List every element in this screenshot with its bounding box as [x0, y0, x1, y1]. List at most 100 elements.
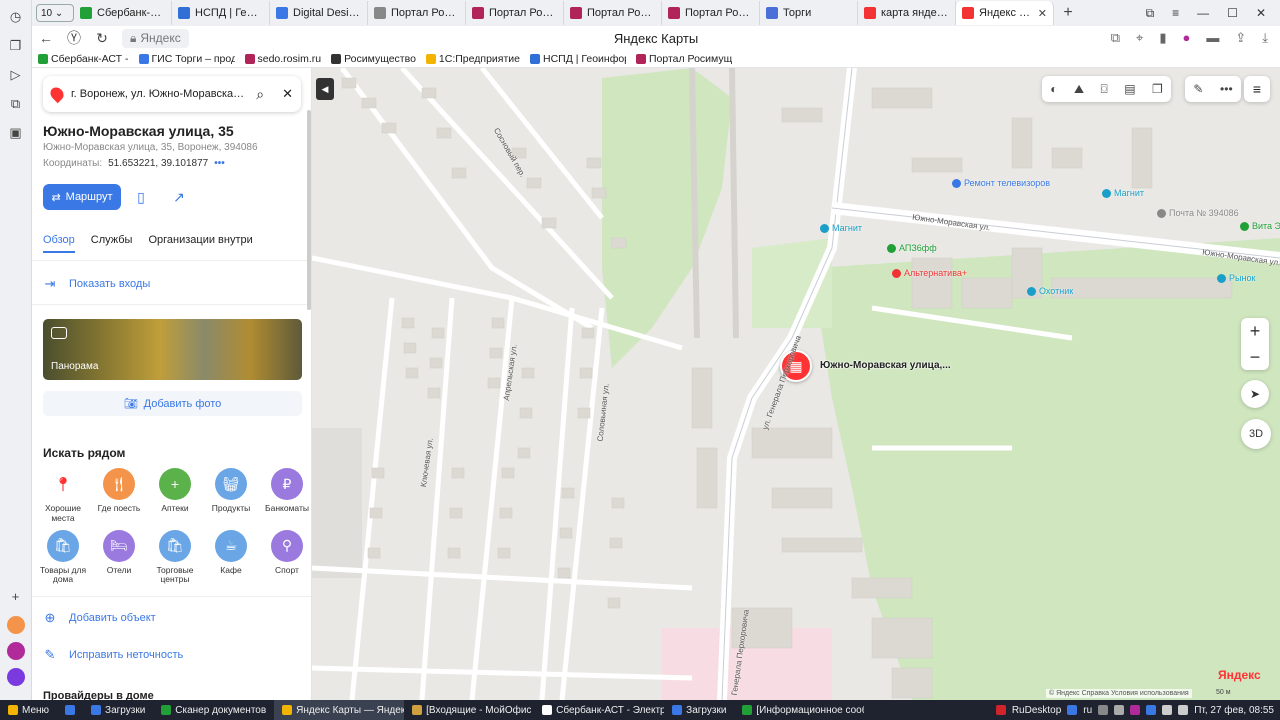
taskbar-window[interactable]: Сбербанк-АСТ - Электро...	[534, 700, 664, 720]
browser-tab[interactable]: Digital Design We	[270, 1, 368, 25]
nearby-category[interactable]: 🛏︎ Отели	[91, 529, 147, 586]
route-button[interactable]: ⇄ Маршрут	[43, 184, 121, 210]
map-canvas[interactable]: ◀ ◐ ⛰ ⌼ ▤ ❐ ✎ ••• ≡ + − ➤ 3D ▦ Южно-Мора…	[312, 68, 1280, 700]
browser-tab[interactable]: Сбербанк-АСТ -	[74, 1, 172, 25]
3d-toggle-button[interactable]: 3D	[1241, 419, 1271, 449]
nearby-category[interactable]: 📍︎ Хорошие места	[35, 468, 91, 524]
collapse-panel-button[interactable]: ◀	[316, 78, 334, 100]
network-icon[interactable]	[1162, 705, 1173, 715]
more-icon[interactable]: •••	[1220, 82, 1233, 96]
nearby-category[interactable]: 🛍︎ Торговые центры	[147, 529, 203, 586]
app-icon-1[interactable]	[6, 616, 25, 634]
taskbar-window[interactable]: [Информационное сооб...	[734, 700, 864, 720]
map-poi[interactable]: Охотник	[1027, 286, 1073, 296]
browser-tab[interactable]: НСПД | Геоинфо	[172, 1, 270, 25]
maximize-button[interactable]: ☐	[1227, 6, 1238, 21]
taskbar-window[interactable]: Загрузки	[664, 700, 734, 720]
layers-icon[interactable]: ◐	[1050, 82, 1057, 96]
quick-launch[interactable]	[57, 700, 83, 720]
play-icon[interactable]: ▷	[5, 64, 27, 86]
coords-more-button[interactable]: •••	[214, 158, 225, 169]
collections-icon[interactable]: ❐	[5, 35, 27, 57]
location-icon[interactable]: ⌖	[1136, 30, 1143, 46]
search-icon[interactable]: ⌕	[256, 86, 264, 103]
nearby-category[interactable]: + Аптеки	[147, 468, 203, 524]
add-photo-button[interactable]: 📷︎ Добавить фото	[43, 391, 302, 416]
map-poi[interactable]: Рынок	[1217, 273, 1255, 283]
nearby-category[interactable]: ☕︎ Кафе	[203, 529, 259, 586]
taskbar-window[interactable]: Сканер документов	[153, 700, 274, 720]
bookmark-item[interactable]: Сбербанк-АСТ -	[38, 53, 129, 65]
search-box[interactable]: г. Воронеж, ул. Южно-Моравская, д. ⌕ ✕	[43, 76, 301, 112]
close-window-button[interactable]: ✕	[1256, 6, 1266, 21]
photo-layer-icon[interactable]: ⌼	[1101, 82, 1108, 97]
nearby-category[interactable]: ⚲ Спорт	[259, 529, 311, 586]
rudesktop-label[interactable]: RuDesktop	[1012, 705, 1061, 716]
rudesktop-icon[interactable]	[995, 705, 1006, 715]
bookmark-item[interactable]: 1С:Предприятие	[425, 53, 520, 65]
taskbar-window[interactable]: Загрузки	[83, 700, 153, 720]
close-tab-icon[interactable]: ✕	[1038, 7, 1047, 20]
tray-icon-1[interactable]	[1098, 705, 1109, 715]
search-input[interactable]: г. Воронеж, ул. Южно-Моравская, д.	[71, 88, 248, 100]
bookmark-button[interactable]: ▯	[126, 184, 156, 210]
card-tab[interactable]: Обзор	[43, 234, 75, 253]
nearby-category[interactable]: 🛍︎ Товары для дома	[35, 529, 91, 586]
zoom-in-button[interactable]: +	[1250, 318, 1261, 344]
keyboard-layout[interactable]: ru	[1083, 705, 1092, 716]
sidebar-scrollbar[interactable]	[307, 110, 311, 310]
locate-me-button[interactable]: ➤	[1241, 380, 1269, 408]
translate-icon[interactable]: ⧉	[1111, 30, 1120, 46]
share-icon[interactable]: ⇪	[1235, 30, 1246, 46]
add-object-link[interactable]: ⊕ Добавить объект	[43, 610, 156, 626]
volume-icon[interactable]	[1178, 705, 1189, 715]
minimize-button[interactable]: —	[1197, 6, 1209, 21]
map-copyright[interactable]: © Яндекс Справка Условия использования	[1046, 689, 1192, 698]
bookmark-item[interactable]: sedo.rosim.ru	[244, 53, 321, 65]
coords-value[interactable]: 51.653221, 39.101877	[108, 158, 208, 169]
clear-icon[interactable]: ✕	[282, 86, 293, 102]
taskbar-window[interactable]: [Входящие - МойОфис П...	[404, 700, 534, 720]
ruler-icon[interactable]: ✎	[1193, 82, 1203, 96]
browser-tab[interactable]: Яндекс Карты ✕	[956, 1, 1054, 25]
yandex-tray-icon[interactable]	[1067, 705, 1078, 715]
menu-icon[interactable]: ≡	[1172, 6, 1179, 21]
add-panel-icon[interactable]: +	[5, 585, 27, 607]
menu-button[interactable]: ≡	[1244, 76, 1270, 102]
start-menu-button[interactable]: Меню	[0, 700, 57, 720]
profile-icon[interactable]: ●	[1182, 30, 1190, 46]
url-field[interactable]: 🔒︎ Яндекс	[122, 28, 189, 48]
bluetooth-icon[interactable]	[1146, 705, 1157, 715]
browser-tab[interactable]: Торги	[760, 1, 858, 25]
map-poi[interactable]: Почта № 394086	[1157, 208, 1239, 218]
bookmark-icon[interactable]: ▮	[1159, 30, 1166, 46]
zoom-out-button[interactable]: −	[1250, 344, 1261, 370]
map-type-icon[interactable]: ❐	[1152, 82, 1163, 96]
nearby-category[interactable]: 🍴︎ Где поесть	[91, 468, 147, 524]
taskbar-window[interactable]: Яндекс Карты — Яндекс ...	[274, 700, 405, 720]
browser-tab[interactable]: Портал Росимущ	[466, 1, 564, 25]
extension-icon[interactable]: ▬	[1206, 30, 1219, 46]
clock[interactable]: Пт, 27 фев, 08:55	[1194, 705, 1274, 716]
tray-icon-3[interactable]	[1130, 705, 1141, 715]
map-poi[interactable]: Магнит	[1102, 188, 1144, 198]
app-icon-3[interactable]	[6, 668, 25, 686]
nearby-category[interactable]: ₽ Банкоматы	[259, 468, 311, 524]
transport-icon[interactable]: ▤	[1124, 82, 1135, 96]
download-icon[interactable]: ⤓	[1262, 30, 1268, 46]
browser-tab[interactable]: Портал Росимущ	[662, 1, 760, 25]
history-icon[interactable]: ◷	[5, 6, 27, 28]
bookmark-item[interactable]: Портал Росимущ	[635, 53, 732, 65]
card-tab[interactable]: Службы	[91, 234, 133, 253]
screenshot-icon[interactable]: ▣	[5, 122, 27, 144]
fix-error-link[interactable]: ✎ Исправить неточность	[43, 647, 184, 663]
bookmark-item[interactable]: Росимущество	[331, 53, 416, 65]
show-entrances-link[interactable]: ⇥ Показать входы	[43, 276, 151, 292]
bookmark-item[interactable]: НСПД | Геоинфор	[529, 53, 626, 65]
bookmark-tabs-icon[interactable]: ⧉	[1146, 6, 1155, 21]
back-button[interactable]: ←	[32, 30, 60, 46]
map-poi[interactable]: Магнит	[820, 223, 862, 233]
map-poi[interactable]: Ремонт телевизоров	[952, 178, 1050, 188]
bookmark-item[interactable]: ГИС Торги – прод	[138, 53, 235, 65]
panorama-preview[interactable]: Панорама	[43, 319, 302, 380]
